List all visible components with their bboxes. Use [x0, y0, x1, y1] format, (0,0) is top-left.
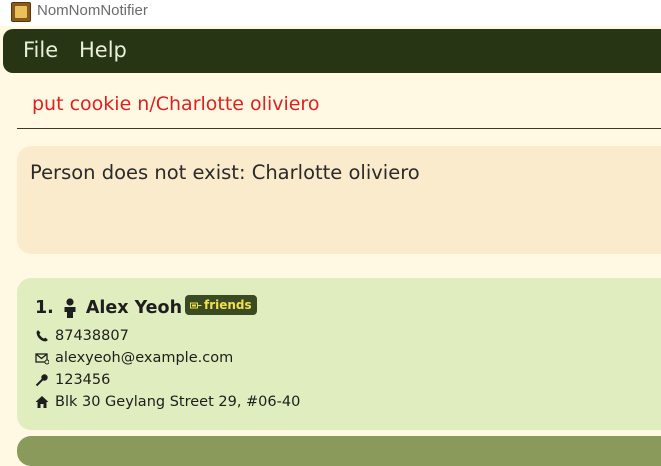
person-icon [64, 298, 76, 318]
phone-icon [36, 330, 48, 342]
address-value: Blk 30 Geylang Street 29, #06-40 [55, 394, 301, 410]
email-icon [35, 353, 49, 365]
command-box[interactable]: put cookie n/Charlotte oliviero [17, 85, 661, 129]
menu-file[interactable]: File [23, 38, 58, 62]
person-index: 1. [35, 298, 54, 318]
phone-value: 87438807 [55, 328, 129, 344]
phone-field: 87438807 [35, 328, 129, 344]
home-icon [35, 396, 49, 408]
tag-icon [190, 302, 202, 309]
email-value: alexyeoh@example.com [55, 350, 234, 366]
app-icon [11, 2, 31, 22]
person-card-next[interactable] [17, 436, 661, 466]
result-display: Person does not exist: Charlotte olivier… [17, 146, 661, 254]
postal-field: 123456 [35, 372, 110, 388]
postal-value: 123456 [55, 372, 111, 388]
email-field: alexyeoh@example.com [35, 350, 233, 366]
person-name-row: 1. Alex Yeoh [35, 298, 182, 318]
postal-icon [35, 374, 48, 387]
window-title: NomNomNotifier [37, 2, 148, 19]
person-name: Alex Yeoh [85, 298, 183, 318]
menu-bar: File Help [3, 29, 661, 73]
person-card[interactable]: 1. Alex Yeoh friends 87438807 alexyeoh@e… [17, 278, 661, 430]
tag-badge: friends [185, 295, 257, 315]
result-message: Person does not exist: Charlotte olivier… [30, 161, 420, 184]
menu-help[interactable]: Help [79, 38, 127, 62]
title-bar: NomNomNotifier [0, 0, 661, 26]
tag-label: friends [204, 298, 252, 312]
address-field: Blk 30 Geylang Street 29, #06-40 [35, 394, 300, 410]
command-input[interactable]: put cookie n/Charlotte oliviero [32, 93, 319, 115]
